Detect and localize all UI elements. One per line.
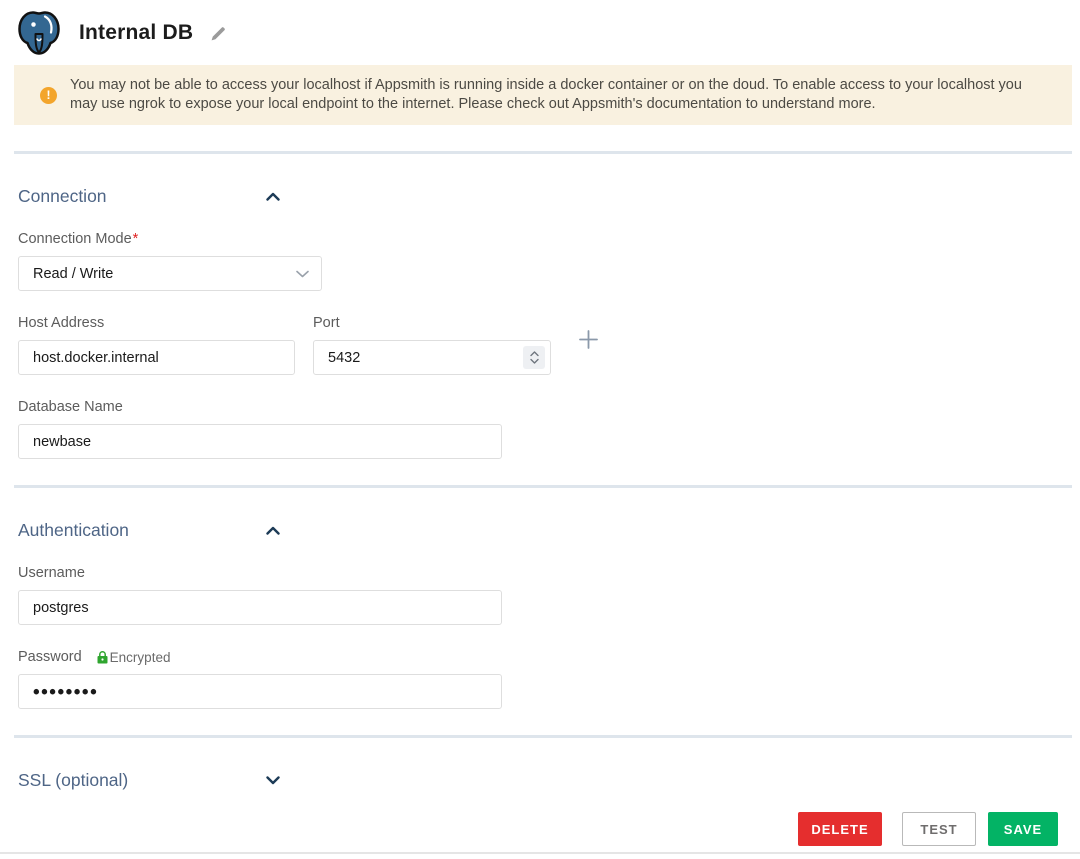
username-label: Username [18,565,1080,581]
password-input[interactable] [18,674,502,709]
connection-mode-select[interactable]: Read / Write [18,256,322,291]
ssl-section-title: SSL (optional) [18,770,128,791]
lock-icon [97,651,108,664]
port-input[interactable] [313,340,551,375]
page-title: Internal DB [79,21,193,45]
encrypted-badge: Encrypted [97,650,171,665]
database-name-input[interactable] [18,424,502,459]
host-address-label: Host Address [18,315,295,331]
encrypted-badge-label: Encrypted [110,650,171,665]
delete-button[interactable]: DELETE [798,812,882,846]
section-divider [14,485,1072,488]
warning-text: You may not be able to access your local… [70,76,1026,114]
section-divider [14,735,1072,738]
warning-banner: ! You may not be able to access your loc… [14,65,1072,125]
connection-mode-value: Read / Write [33,266,113,282]
number-stepper-icon[interactable] [523,346,545,369]
chevron-down-icon [296,265,309,283]
connection-section-title: Connection [18,186,107,207]
pencil-icon[interactable] [210,25,227,42]
chevron-up-icon[interactable] [266,192,280,201]
test-button[interactable]: TEST [902,812,976,846]
section-header-authentication: Authentication [18,520,280,541]
port-label: Port [313,315,551,331]
postgresql-logo [14,8,64,58]
host-address-input[interactable] [18,340,295,375]
required-asterisk: * [133,231,139,247]
section-header-ssl: SSL (optional) [18,770,280,791]
password-label: Password [18,649,82,665]
section-header-connection: Connection [18,186,280,207]
save-button[interactable]: SAVE [988,812,1058,846]
chevron-down-icon[interactable] [266,776,280,785]
bottom-divider [0,852,1080,854]
warning-icon: ! [40,87,57,104]
action-buttons: DELETE TEST SAVE [798,812,1058,846]
connection-mode-label: Connection Mode* [18,231,1080,247]
database-name-label: Database Name [18,399,1080,415]
username-input[interactable] [18,590,502,625]
page-header: Internal DB [0,0,1080,58]
section-divider [14,151,1072,154]
plus-icon[interactable] [579,322,598,357]
chevron-up-icon[interactable] [266,526,280,535]
authentication-section-title: Authentication [18,520,129,541]
